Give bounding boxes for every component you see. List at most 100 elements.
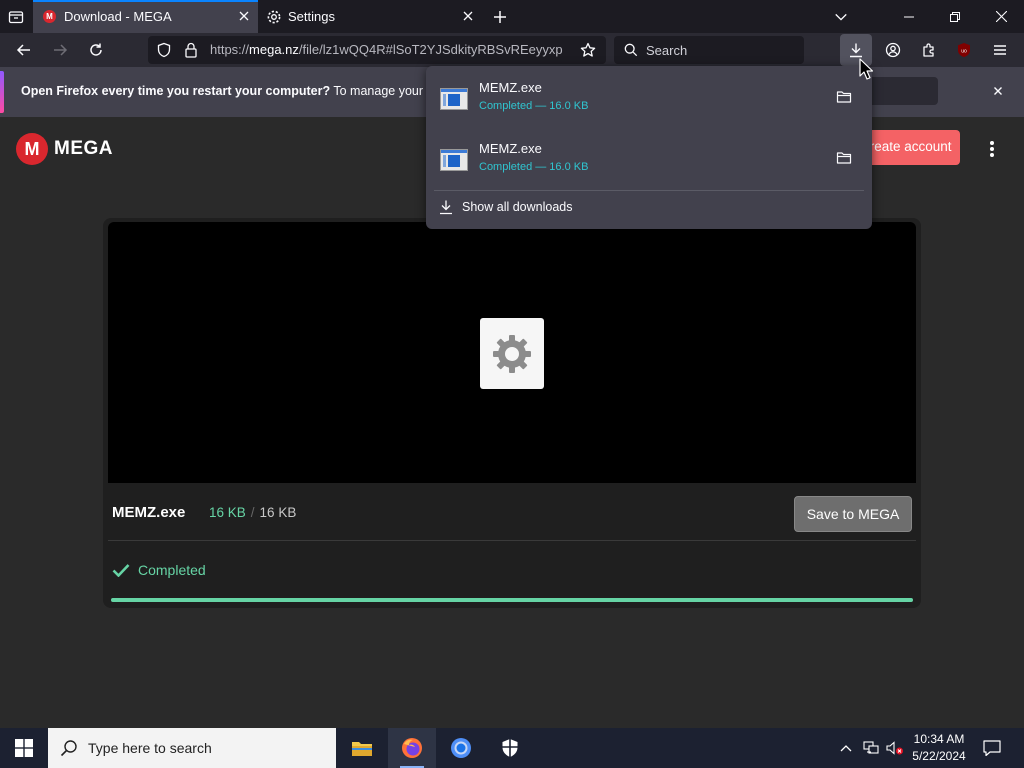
file-explorer-icon <box>352 742 372 756</box>
url-text[interactable]: https://mega.nz/file/lz1wQQ4R#lSoT2YJSdk… <box>210 42 570 57</box>
search-placeholder: Search <box>646 43 688 58</box>
chrome-taskbar-button[interactable] <box>437 728 485 768</box>
notification-action-button[interactable] <box>866 77 938 105</box>
download-file-name: MEMZ.exe <box>479 80 542 95</box>
taskbar-search-box[interactable]: Type here to search <box>48 728 336 768</box>
active-tab-indicator <box>33 0 258 2</box>
notification-accent <box>0 71 4 113</box>
file-preview-area <box>108 222 916 483</box>
windows-taskbar: Type here to search 10:34 AM 5/22/2024 <box>0 728 1024 768</box>
extensions-button[interactable] <box>913 33 945 67</box>
windows-logo-icon <box>15 739 33 757</box>
notification-bold-text: Open Firefox every time you restart your… <box>21 84 331 98</box>
close-tab-icon[interactable] <box>460 8 476 24</box>
close-window-button[interactable] <box>978 0 1024 33</box>
file-explorer-taskbar-button[interactable] <box>338 728 386 768</box>
tab-title: Settings <box>288 9 335 24</box>
minimize-icon <box>904 16 914 17</box>
folder-icon[interactable] <box>836 90 852 104</box>
firefox-view-icon <box>8 10 24 23</box>
plus-icon <box>494 10 506 23</box>
tab-settings[interactable]: Settings <box>258 0 482 33</box>
windows-security-taskbar-button[interactable] <box>486 728 534 768</box>
size-separator: / <box>250 505 255 520</box>
firefox-view-button[interactable] <box>0 0 32 33</box>
tab-download-mega[interactable]: M Download - MEGA <box>33 0 258 33</box>
close-icon <box>995 11 1007 22</box>
restore-window-button[interactable] <box>932 0 978 33</box>
new-tab-button[interactable] <box>484 0 516 33</box>
download-status: Completed <box>112 562 206 578</box>
mega-logo[interactable]: M MEGA <box>16 133 113 165</box>
url-path: /file/lz1wQQ4R#lSoT2YJSdkityRBSvREeyyxp <box>298 42 563 57</box>
notifications-button[interactable] <box>978 728 1006 768</box>
forward-button[interactable] <box>44 33 76 67</box>
forward-arrow-icon <box>54 44 68 56</box>
puzzle-icon <box>923 43 934 57</box>
taskbar-clock[interactable]: 10:34 AM 5/22/2024 <box>908 731 970 765</box>
download-status-text: Completed — 16.0 KB <box>479 161 589 173</box>
gear-icon <box>493 334 531 373</box>
checkmark-icon <box>112 564 130 577</box>
gear-icon <box>267 10 281 23</box>
panel-separator <box>434 190 864 191</box>
search-icon <box>60 740 77 757</box>
status-text: Completed <box>138 562 206 578</box>
progress-fill <box>111 598 913 602</box>
start-button[interactable] <box>0 728 48 768</box>
save-to-mega-button[interactable]: Save to MEGA <box>794 496 912 532</box>
tab-title: Download - MEGA <box>64 9 172 24</box>
reload-button[interactable] <box>80 33 112 67</box>
volume-tray-button[interactable] <box>884 728 906 768</box>
chevron-down-icon <box>835 13 847 21</box>
download-arrow-icon <box>440 200 452 215</box>
clock-time: 10:34 AM <box>913 732 965 746</box>
firefox-taskbar-button[interactable] <box>388 728 436 768</box>
back-arrow-icon <box>16 44 30 56</box>
windows-security-shield-icon <box>502 739 518 757</box>
url-bar[interactable]: https://mega.nz/file/lz1wQQ4R#lSoT2YJSdk… <box>148 36 606 64</box>
close-tab-icon[interactable] <box>236 8 252 24</box>
shield-icon[interactable] <box>156 42 172 58</box>
mega-logo-text: MEGA <box>54 138 113 159</box>
executable-file-icon <box>480 318 544 389</box>
account-icon <box>885 42 901 58</box>
minimize-window-button[interactable] <box>886 0 932 33</box>
download-file-name: MEMZ.exe <box>479 141 542 156</box>
chrome-icon <box>451 738 471 758</box>
close-notification-icon[interactable] <box>990 83 1006 99</box>
notification-text: To manage your Start <box>333 84 431 98</box>
more-options-icon[interactable] <box>984 139 1000 159</box>
file-name: MEMZ.exe <box>112 504 186 521</box>
download-status-text: Completed — 16.0 KB <box>479 100 589 112</box>
download-progress-bar <box>111 598 913 602</box>
search-bar[interactable]: Search <box>614 36 804 64</box>
download-item[interactable]: MEMZ.exe Completed — 16.0 KB <box>434 70 864 128</box>
lock-icon[interactable] <box>184 42 198 58</box>
exe-file-icon <box>440 88 468 110</box>
ublock-origin-button[interactable]: uo <box>948 33 980 67</box>
account-button[interactable] <box>877 33 909 67</box>
network-tray-button[interactable] <box>860 728 882 768</box>
notification-center-icon <box>983 740 1001 756</box>
list-all-tabs-button[interactable] <box>826 0 856 33</box>
taskbar-search-placeholder: Type here to search <box>88 740 212 756</box>
search-icon <box>624 43 638 57</box>
folder-icon[interactable] <box>836 151 852 165</box>
reload-icon <box>90 43 102 56</box>
notification-message: Open Firefox every time you restart your… <box>21 84 431 98</box>
download-item[interactable]: MEMZ.exe Completed — 16.0 KB <box>434 131 864 189</box>
firefox-icon <box>402 738 422 758</box>
app-menu-button[interactable] <box>984 33 1016 67</box>
mega-favicon-icon: M <box>43 10 56 23</box>
network-icon <box>863 741 879 754</box>
back-button[interactable] <box>8 33 40 67</box>
clock-date: 5/22/2024 <box>912 749 966 763</box>
bookmark-star-icon[interactable] <box>580 42 596 58</box>
show-all-downloads-button[interactable]: Show all downloads <box>438 199 573 215</box>
show-hidden-icons-button[interactable] <box>836 728 856 768</box>
ublock-origin-icon: uo <box>958 43 970 57</box>
restore-icon <box>950 11 960 22</box>
file-size: 16 KB / 16 KB <box>209 505 296 520</box>
mouse-cursor-icon <box>859 58 873 80</box>
